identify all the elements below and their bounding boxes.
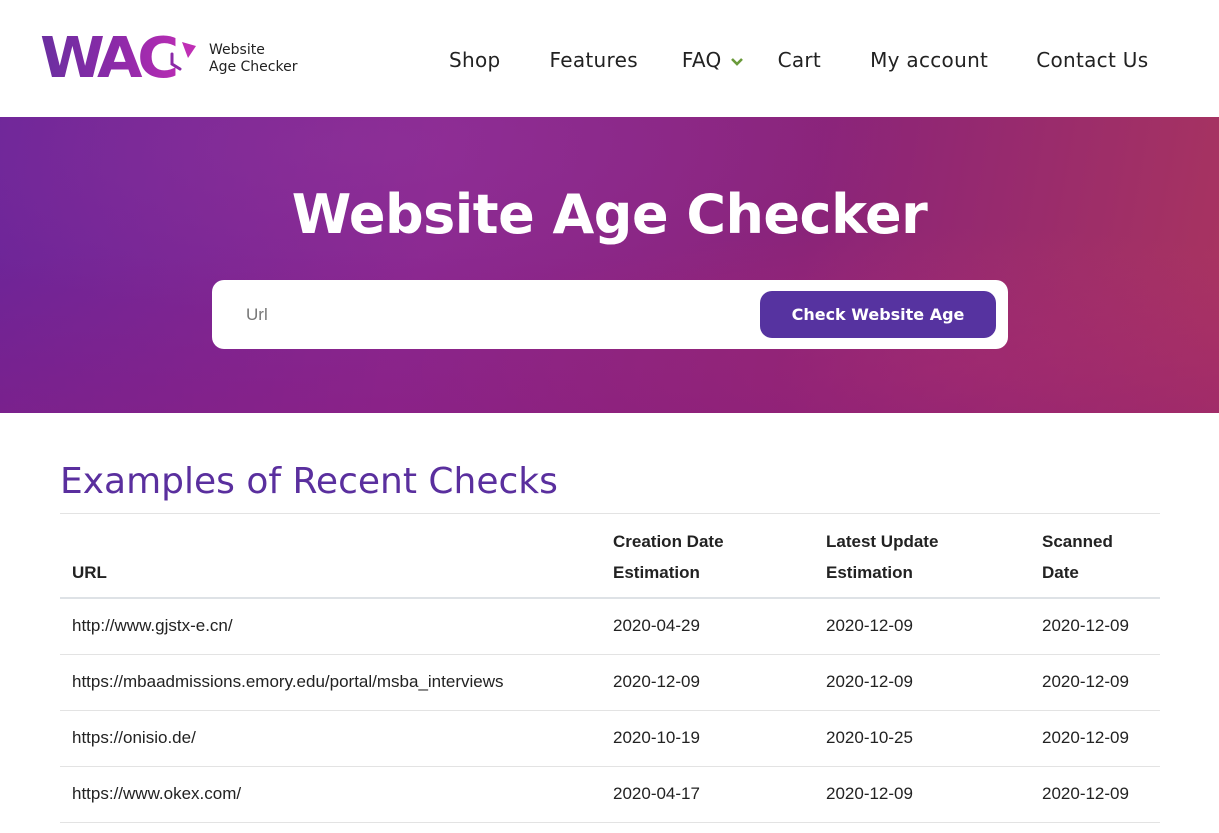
column-header-line2: Date bbox=[1042, 563, 1079, 582]
column-header-line2: URL bbox=[72, 563, 107, 582]
cell-latest-update: 2020-10-25 bbox=[814, 710, 1030, 767]
cell-scanned-date: 2020-12-09 bbox=[1030, 598, 1160, 655]
recent-checks-section: Examples of Recent Checks URL Creation D… bbox=[60, 413, 1160, 823]
column-header-line1 bbox=[72, 526, 589, 557]
cell-url: http://www.gjstx-e.cn/ bbox=[60, 598, 601, 655]
nav-features[interactable]: Features bbox=[550, 48, 638, 72]
cell-creation-date: 2020-04-29 bbox=[601, 598, 814, 655]
site-header: WAC Website Age Checker Shop Features FA… bbox=[0, 0, 1219, 117]
cell-scanned-date: 2020-12-09 bbox=[1030, 654, 1160, 711]
nav-contact-us[interactable]: Contact Us bbox=[1036, 48, 1148, 72]
recent-checks-table: URL Creation Date Estimation Latest Upda… bbox=[60, 513, 1160, 823]
table-header-row: URL Creation Date Estimation Latest Upda… bbox=[60, 513, 1160, 599]
main-nav: Shop Features FAQ Cart My account Contac… bbox=[449, 48, 1148, 72]
logo-text-line2: Age Checker bbox=[209, 59, 298, 75]
cell-creation-date: 2020-10-19 bbox=[601, 710, 814, 767]
nav-cart[interactable]: Cart bbox=[778, 48, 822, 72]
cell-latest-update: 2020-12-09 bbox=[814, 766, 1030, 823]
cell-creation-date: 2020-12-09 bbox=[601, 654, 814, 711]
nav-faq-label: FAQ bbox=[681, 48, 722, 72]
column-header-line2: Estimation bbox=[826, 563, 913, 582]
recent-checks-title: Examples of Recent Checks bbox=[60, 461, 558, 502]
column-header-line1: Creation Date bbox=[613, 532, 724, 551]
cell-latest-update: 2020-12-09 bbox=[814, 654, 1030, 711]
cell-creation-date: 2020-04-17 bbox=[601, 766, 814, 823]
chevron-down-icon bbox=[730, 57, 743, 66]
cell-url: https://mbaadmissions.emory.edu/portal/m… bbox=[60, 654, 601, 711]
column-header-creation-date: Creation Date Estimation bbox=[601, 513, 814, 599]
nav-my-account[interactable]: My account bbox=[870, 48, 988, 72]
column-header-url: URL bbox=[60, 513, 601, 599]
table-row: https://onisio.de/ 2020-10-19 2020-10-25… bbox=[60, 710, 1160, 767]
table-row: http://www.gjstx-e.cn/ 2020-04-29 2020-1… bbox=[60, 598, 1160, 655]
table-row: https://mbaadmissions.emory.edu/portal/m… bbox=[60, 654, 1160, 711]
cell-scanned-date: 2020-12-09 bbox=[1030, 710, 1160, 767]
logo-text: Website Age Checker bbox=[209, 42, 297, 76]
cell-url: https://onisio.de/ bbox=[60, 710, 601, 767]
logo-mark: WAC bbox=[40, 26, 196, 91]
clock-refresh-icon bbox=[170, 42, 196, 71]
cell-scanned-date: 2020-12-09 bbox=[1030, 766, 1160, 823]
column-header-scanned-date: Scanned Date bbox=[1030, 513, 1160, 599]
column-header-line1: Scanned bbox=[1042, 532, 1113, 551]
url-input[interactable] bbox=[234, 292, 754, 337]
column-header-line1: Latest Update bbox=[826, 532, 939, 551]
url-search-form: Check Website Age bbox=[212, 280, 1008, 349]
nav-shop[interactable]: Shop bbox=[449, 48, 501, 72]
nav-faq[interactable]: FAQ bbox=[682, 48, 744, 72]
column-header-latest-update: Latest Update Estimation bbox=[814, 513, 1030, 599]
cell-latest-update: 2020-12-09 bbox=[814, 598, 1030, 655]
check-website-age-button[interactable]: Check Website Age bbox=[760, 291, 996, 338]
site-logo[interactable]: WAC Website Age Checker bbox=[40, 26, 297, 91]
hero-banner: Website Age Checker Check Website Age bbox=[0, 117, 1219, 413]
column-header-line2: Estimation bbox=[613, 563, 700, 582]
logo-text-line1: Website bbox=[209, 42, 265, 58]
table-row: https://www.okex.com/ 2020-04-17 2020-12… bbox=[60, 766, 1160, 823]
logo-letters: WAC bbox=[40, 26, 180, 91]
cell-url: https://www.okex.com/ bbox=[60, 766, 601, 823]
hero-title: Website Age Checker bbox=[291, 183, 928, 246]
